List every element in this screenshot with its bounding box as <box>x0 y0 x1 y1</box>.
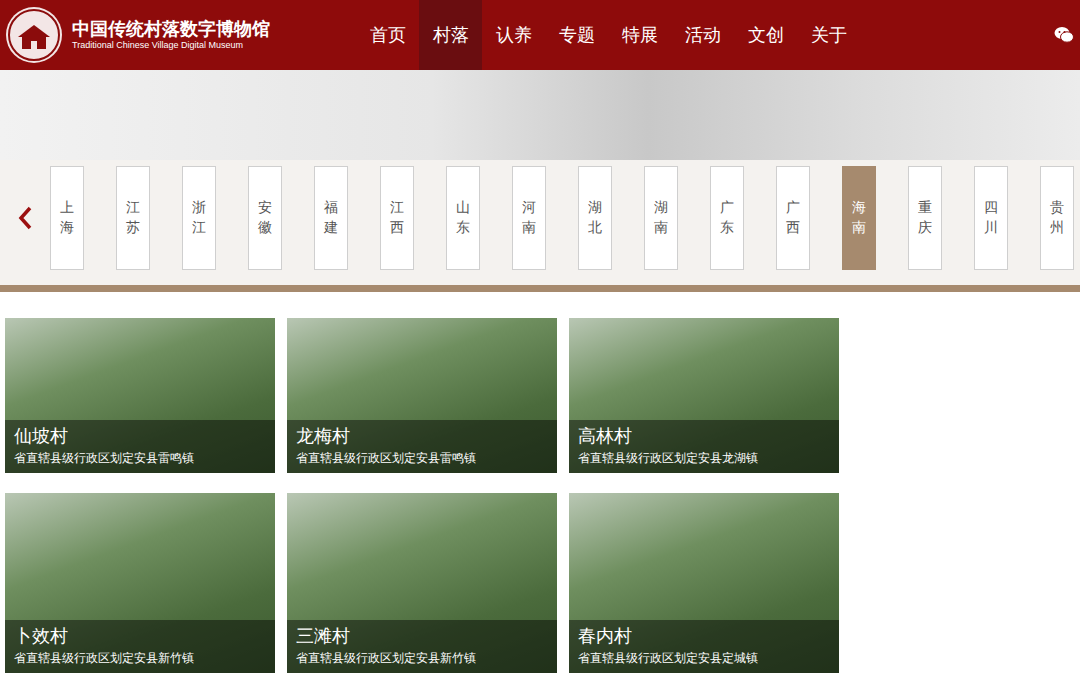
wechat-icon[interactable] <box>1054 26 1074 44</box>
village-card[interactable]: 卜效村省直辖县级行政区划定安县新竹镇 <box>5 493 275 673</box>
village-location: 省直辖县级行政区划定安县新竹镇 <box>14 649 266 667</box>
province-tab[interactable]: 上海 <box>50 166 84 270</box>
province-strip: 上海江苏浙江安徽福建江西山东河南湖北湖南广东广西海南重庆四川贵州 <box>0 160 1080 292</box>
province-tab[interactable]: 江苏 <box>116 166 150 270</box>
prev-arrow-icon[interactable] <box>0 206 50 230</box>
village-card[interactable]: 龙梅村省直辖县级行政区划定安县雷鸣镇 <box>287 318 557 473</box>
province-tab[interactable]: 福建 <box>314 166 348 270</box>
nav-item[interactable]: 首页 <box>356 0 419 70</box>
village-location: 省直辖县级行政区划定安县定城镇 <box>578 649 830 667</box>
brand[interactable]: 中国传统村落数字博物馆Traditional Chinese Village D… <box>0 0 356 70</box>
province-tab[interactable]: 广东 <box>710 166 744 270</box>
province-tab[interactable]: 江西 <box>380 166 414 270</box>
village-name: 龙梅村 <box>296 424 548 449</box>
province-tab[interactable]: 浙江 <box>182 166 216 270</box>
page: 中国传统村落数字博物馆Traditional Chinese Village D… <box>0 0 1080 699</box>
nav-item[interactable]: 关于 <box>797 0 860 70</box>
village-location: 省直辖县级行政区划定安县新竹镇 <box>296 649 548 667</box>
village-card[interactable]: 春内村省直辖县级行政区划定安县定城镇 <box>569 493 839 673</box>
village-card[interactable]: 高林村省直辖县级行政区划定安县龙湖镇 <box>569 318 839 473</box>
village-name: 卜效村 <box>14 624 266 649</box>
province-tab[interactable]: 安徽 <box>248 166 282 270</box>
province-tab[interactable]: 贵州 <box>1040 166 1074 270</box>
nav-item[interactable]: 专题 <box>545 0 608 70</box>
village-name: 春内村 <box>578 624 830 649</box>
province-tab[interactable]: 重庆 <box>908 166 942 270</box>
village-name: 仙坡村 <box>14 424 266 449</box>
nav-item[interactable]: 文创 <box>734 0 797 70</box>
village-location: 省直辖县级行政区划定安县雷鸣镇 <box>14 449 266 467</box>
nav-item[interactable]: 特展 <box>608 0 671 70</box>
nav-item[interactable]: 村落 <box>419 0 482 70</box>
village-card[interactable]: 仙坡村省直辖县级行政区划定安县雷鸣镇 <box>5 318 275 473</box>
village-location: 省直辖县级行政区划定安县龙湖镇 <box>578 449 830 467</box>
logo-icon <box>4 5 64 65</box>
province-tab[interactable]: 湖北 <box>578 166 612 270</box>
province-tab[interactable]: 河南 <box>512 166 546 270</box>
province-tab[interactable]: 山东 <box>446 166 480 270</box>
province-tab[interactable]: 四川 <box>974 166 1008 270</box>
banner <box>0 70 1080 160</box>
site-subtitle: Traditional Chinese Village Digital Muse… <box>72 40 270 52</box>
nav-item[interactable]: 认养 <box>482 0 545 70</box>
village-location: 省直辖县级行政区划定安县雷鸣镇 <box>296 449 548 467</box>
province-tab[interactable]: 湖南 <box>644 166 678 270</box>
nav-menu: 首页村落认养专题特展活动文创关于 <box>356 0 860 70</box>
site-title: 中国传统村落数字博物馆 <box>72 18 270 40</box>
village-name: 三滩村 <box>296 624 548 649</box>
village-grid: 仙坡村省直辖县级行政区划定安县雷鸣镇龙梅村省直辖县级行政区划定安县雷鸣镇高林村省… <box>0 292 1080 673</box>
top-nav: 中国传统村落数字博物馆Traditional Chinese Village D… <box>0 0 1080 70</box>
village-name: 高林村 <box>578 424 830 449</box>
village-card[interactable]: 三滩村省直辖县级行政区划定安县新竹镇 <box>287 493 557 673</box>
nav-item[interactable]: 活动 <box>671 0 734 70</box>
province-tab[interactable]: 海南 <box>842 166 876 270</box>
province-tab[interactable]: 广西 <box>776 166 810 270</box>
